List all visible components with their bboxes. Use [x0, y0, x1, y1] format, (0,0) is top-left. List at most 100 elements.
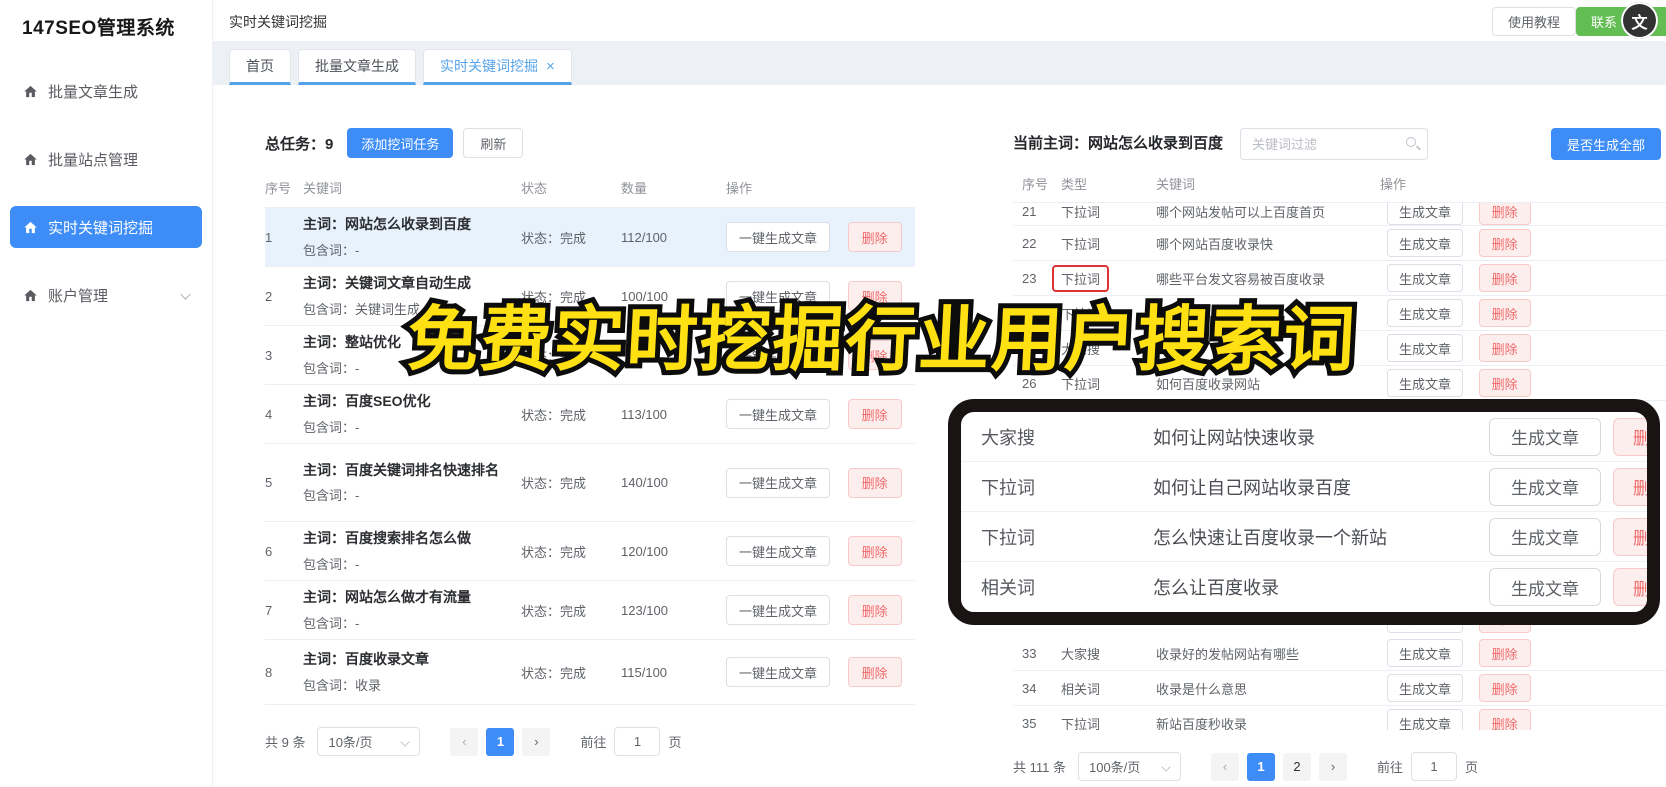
add-task-button[interactable]: 添加挖词任务 [347, 128, 454, 158]
col-status: 状态 [521, 181, 548, 196]
delete-button[interactable]: 删除 [847, 657, 902, 687]
page-number-2[interactable]: 2 [1282, 752, 1311, 781]
task-status: 状态：完成 [521, 230, 587, 246]
generate-article-button[interactable]: 生成文章 [1387, 203, 1464, 225]
delete-button[interactable]: 删除 [1478, 264, 1531, 292]
generate-article-button[interactable]: 生成文章 [1387, 674, 1464, 702]
task-include-word: 包含词：- [303, 615, 360, 631]
task-seq: 1 [265, 229, 273, 245]
tab[interactable]: 实时关键词挖掘 × [423, 49, 572, 85]
generate-article-button[interactable]: 一键生成文章 [726, 222, 831, 252]
goto-page-input[interactable]: 1 [614, 727, 661, 756]
refresh-button[interactable]: 刷新 [463, 128, 524, 158]
task-keyword-cell: 主词：百度SEO优化 包含词：- [303, 392, 521, 435]
delete-button[interactable]: 删除 [1478, 229, 1531, 257]
task-include-word: 包含词：- [303, 419, 360, 435]
keywords-table-header: 序号 类型 关键词 操作 [1013, 160, 1666, 203]
sidebar-item-link[interactable]: 批量文章生成 [10, 70, 202, 112]
delete-button[interactable]: 删除 [1613, 467, 1647, 506]
delete-button[interactable]: 删除 [1613, 517, 1647, 556]
col-actions: 操作 [1380, 177, 1407, 192]
translate-extension-icon[interactable]: 文 [1621, 2, 1658, 39]
delete-button[interactable]: 删除 [847, 536, 902, 566]
keyword-actions: 生成文章 删除 [1380, 299, 1666, 327]
page-number-1[interactable]: 1 [1246, 752, 1275, 781]
keyword-seq: 21 [1022, 203, 1037, 219]
generate-article-button[interactable]: 生成文章 [1387, 369, 1464, 397]
task-row[interactable]: 1 主词：网站怎么收录到百度 包含词：- 状态：完成 112/100 一键生成文… [265, 208, 915, 267]
generate-article-button[interactable]: 一键生成文章 [726, 536, 831, 566]
home-icon [23, 220, 38, 235]
delete-button[interactable]: 删除 [847, 595, 902, 625]
help-button[interactable]: 使用教程 [1491, 7, 1576, 36]
generate-article-button[interactable]: 生成文章 [1489, 417, 1601, 456]
col-type: 类型 [1061, 177, 1088, 192]
keyword-row[interactable]: 22 下拉词 哪个网站百度收录快 生成文章 删除 [1013, 226, 1666, 261]
page-size-select[interactable]: 10条/页 [317, 727, 421, 756]
generate-article-button[interactable]: 生成文章 [1387, 709, 1464, 730]
sidebar: 147SEO管理系统 批量文章生成 批量站点管理 实时关键词挖掘 账户管理 [0, 0, 213, 787]
keyword-actions: 生成文章 删除 [1380, 709, 1666, 730]
keyword-row[interactable]: 35 下拉词 新站百度秒收录 生成文章 删除 [1013, 706, 1666, 730]
generate-article-button[interactable]: 一键生成文章 [726, 399, 831, 429]
task-row[interactable]: 4 主词：百度SEO优化 包含词：- 状态：完成 113/100 一键生成文章 … [265, 385, 915, 444]
prev-page-button[interactable]: ‹ [450, 727, 479, 756]
sidebar-item-active[interactable]: 实时关键词挖掘 [10, 206, 202, 248]
sidebar-item-link[interactable]: 账户管理 [10, 274, 202, 316]
delete-button[interactable]: 删除 [1613, 417, 1647, 456]
delete-button[interactable]: 删除 [1478, 203, 1531, 225]
generate-article-button[interactable]: 生成文章 [1489, 517, 1601, 556]
generate-article-button[interactable]: 生成文章 [1387, 639, 1464, 667]
delete-button[interactable]: 删除 [847, 222, 902, 252]
page-title: 实时关键词挖掘 [229, 14, 327, 30]
keyword-type: 下拉词 [1061, 204, 1101, 220]
tab-label: 批量文章生成 [315, 58, 399, 74]
prev-page-button[interactable]: ‹ [1210, 752, 1239, 781]
keyword-filter-input[interactable] [1241, 129, 1391, 159]
delete-button[interactable]: 删除 [1478, 709, 1531, 730]
generate-article-button[interactable]: 生成文章 [1387, 264, 1464, 292]
keyword-row[interactable]: 33 大家搜 收录好的发帖网站有哪些 生成文章 删除 [1013, 636, 1666, 671]
keyword-actions: 生成文章 删除 [1380, 639, 1666, 667]
tab[interactable]: 批量文章生成 × [298, 49, 416, 85]
keyword-row[interactable]: 34 相关词 收录是什么意思 生成文章 删除 [1013, 671, 1666, 706]
task-row[interactable]: 8 主词：百度收录文章 包含词：收录 状态：完成 115/100 一键生成文章 … [265, 640, 915, 705]
generate-article-button[interactable]: 生成文章 [1387, 229, 1464, 257]
task-row[interactable]: 6 主词：百度搜索排名怎么做 包含词：- 状态：完成 120/100 一键生成文… [265, 522, 915, 581]
delete-button[interactable]: 删除 [1478, 639, 1531, 667]
keyword-row[interactable]: 21 下拉词 哪个网站发帖可以上百度首页 生成文章 删除 [1013, 203, 1666, 226]
delete-button[interactable]: 删除 [1478, 299, 1531, 327]
delete-button[interactable]: 删除 [1478, 674, 1531, 702]
next-page-button[interactable]: › [522, 727, 551, 756]
page-size-select[interactable]: 100条/页 [1077, 752, 1181, 781]
close-icon[interactable]: × [546, 58, 555, 75]
tab[interactable]: 首页 × [229, 49, 291, 85]
goto-page-input[interactable]: 1 [1411, 752, 1457, 781]
generate-article-button[interactable]: 生成文章 [1387, 299, 1464, 327]
delete-button[interactable]: 删除 [1613, 568, 1647, 606]
sidebar-item-link[interactable]: 批量站点管理 [10, 138, 202, 180]
generate-article-button[interactable]: 一键生成文章 [726, 467, 831, 498]
generate-article-button[interactable]: 生成文章 [1387, 334, 1464, 362]
delete-button[interactable]: 删除 [1478, 334, 1531, 362]
next-page-button[interactable]: › [1318, 752, 1347, 781]
task-row[interactable]: 5 主词：百度关键词排名快速排名 包含词：- 状态：完成 140/100 一键生… [265, 444, 915, 522]
task-main-word: 主词：网站怎么做才有流量 [303, 589, 471, 606]
tasks-toolbar: 总任务：9 添加挖词任务 刷新 [265, 128, 915, 158]
task-include-word: 包含词：收录 [303, 677, 382, 693]
generate-all-button[interactable]: 是否生成全部 [1550, 128, 1661, 160]
generate-article-button[interactable]: 一键生成文章 [726, 657, 831, 687]
task-row[interactable]: 7 主词：网站怎么做才有流量 包含词：- 状态：完成 123/100 一键生成文… [265, 581, 915, 640]
task-seq: 5 [265, 475, 273, 490]
task-status: 状态：完成 [521, 544, 587, 560]
col-actions: 操作 [726, 181, 753, 196]
generate-article-button[interactable]: 生成文章 [1489, 568, 1601, 606]
task-seq: 3 [265, 347, 273, 363]
generate-article-button[interactable]: 一键生成文章 [726, 595, 831, 625]
keyword-actions: 生成文章 删除 [1380, 203, 1666, 225]
delete-button[interactable]: 删除 [1478, 369, 1531, 397]
delete-button[interactable]: 删除 [847, 467, 902, 498]
page-number-1[interactable]: 1 [486, 727, 515, 756]
generate-article-button[interactable]: 生成文章 [1489, 467, 1601, 506]
delete-button[interactable]: 删除 [847, 399, 902, 429]
